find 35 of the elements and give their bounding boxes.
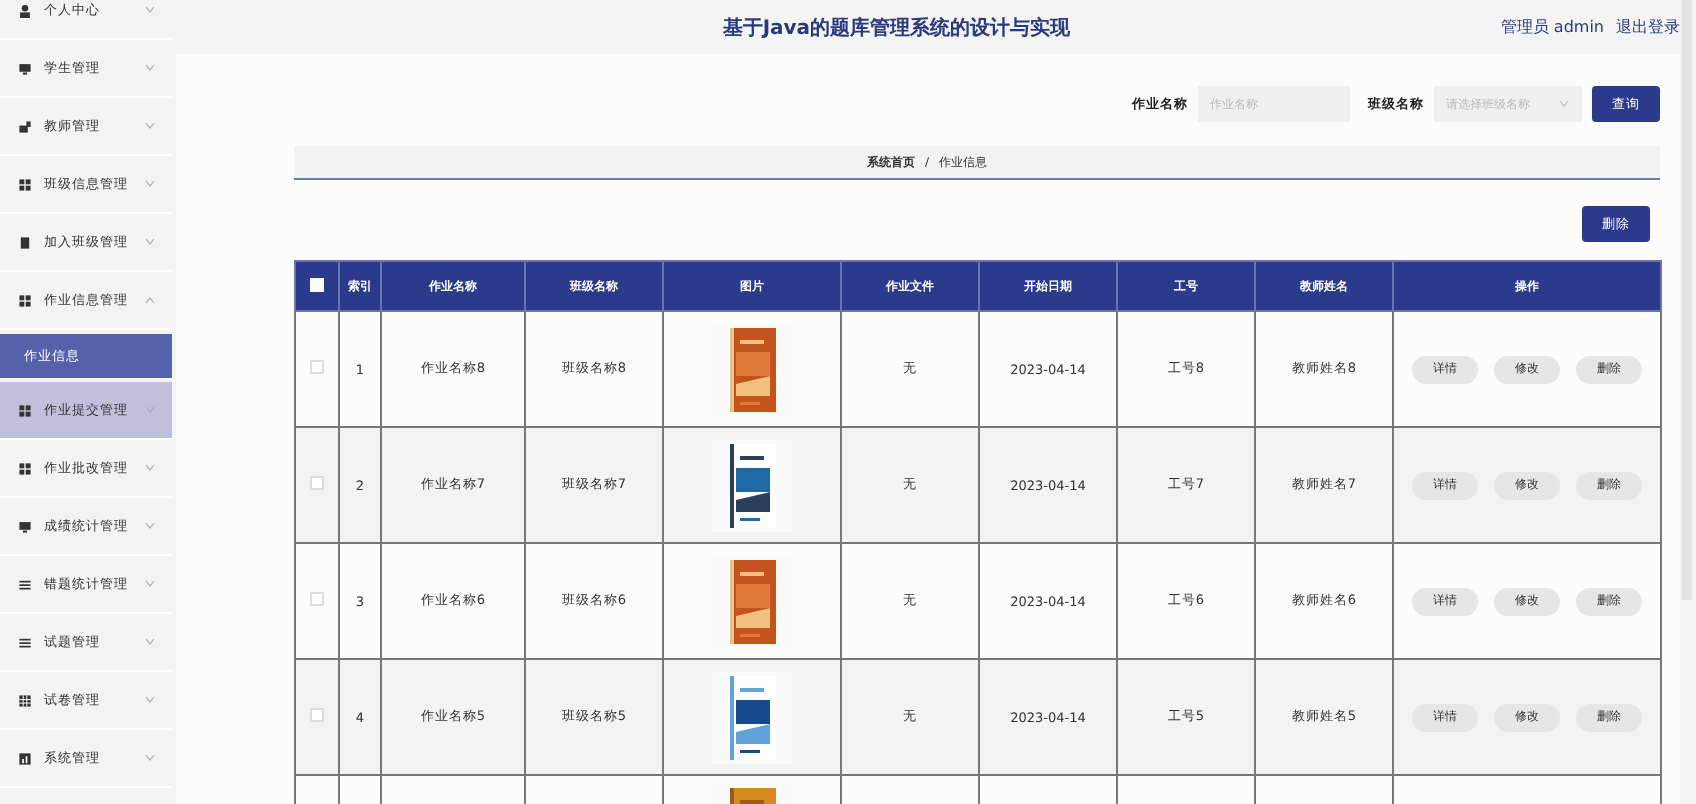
grid-icon [18, 177, 32, 191]
chevron-down-icon [1558, 100, 1570, 108]
row-checkbox[interactable] [310, 592, 324, 606]
chevron-down-icon [144, 64, 156, 72]
monitor-icon [18, 519, 32, 533]
chevron-up-icon [144, 296, 156, 304]
user-label: 管理员 admin [1500, 16, 1604, 38]
chevron-down-icon [144, 238, 156, 246]
select-all-checkbox[interactable] [310, 277, 324, 291]
row-checkbox[interactable] [310, 476, 324, 490]
row-checkbox[interactable] [310, 360, 324, 374]
row-checkbox[interactable] [310, 708, 324, 722]
chevron-down-icon [144, 122, 156, 130]
chevron-down-icon [144, 180, 156, 188]
chevron-down-icon [144, 464, 156, 472]
monitor-icon [18, 61, 32, 75]
chevron-down-icon [144, 580, 156, 588]
chevron-down-icon [144, 522, 156, 530]
table-icon [18, 693, 32, 707]
grid-icon [18, 461, 32, 475]
chart-icon [18, 751, 32, 765]
chevron-down-icon [144, 6, 156, 14]
chevron-down-icon [144, 406, 156, 414]
page-title: 基于Java的题库管理系统的设计与实现 [720, 14, 1073, 41]
list-icon [18, 635, 32, 649]
chevron-down-icon [144, 754, 156, 762]
grid-icon [18, 403, 32, 417]
list-icon [18, 577, 32, 591]
document-icon [18, 235, 32, 249]
logout-link[interactable]: 退出登录 [1616, 16, 1680, 38]
chevron-down-icon [144, 638, 156, 646]
person-icon [18, 3, 32, 17]
briefcase-icon [18, 119, 32, 133]
chevron-down-icon [144, 696, 156, 704]
grid-icon [18, 293, 32, 307]
